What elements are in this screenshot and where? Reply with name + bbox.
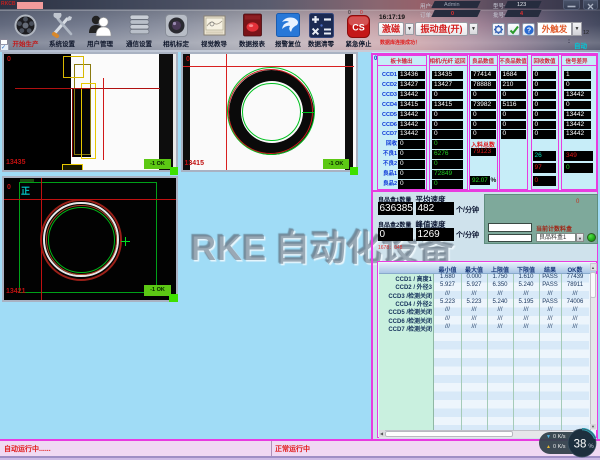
svg-text:CS: CS [352, 23, 365, 33]
svg-text:?: ? [526, 27, 530, 34]
svg-text:%: % [588, 444, 594, 450]
svg-text:38: 38 [573, 439, 586, 451]
